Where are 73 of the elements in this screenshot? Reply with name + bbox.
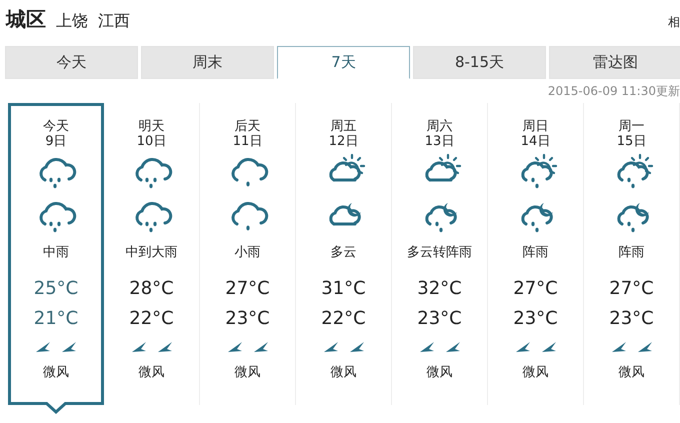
day-column[interactable]: 周日 14日 阵雨 27°C 23°C 微风 <box>488 103 584 405</box>
province-name: 江西 <box>98 11 130 32</box>
tab[interactable]: 今天 <box>5 46 138 79</box>
low-temperature: 23°C <box>513 309 558 329</box>
day-name: 周一 <box>618 119 644 134</box>
wind-direction-icon <box>61 341 77 353</box>
wind-direction-icon <box>418 341 434 353</box>
day-name: 周五 <box>330 119 356 134</box>
day-column[interactable]: 明天 10日 中到大雨 28°C 22°C 微风 <box>104 103 200 405</box>
day-date: 9日 <box>45 134 67 149</box>
day-name: 后天 <box>234 119 260 134</box>
wind-direction-icon <box>226 341 242 353</box>
wind-direction-icon <box>348 341 364 353</box>
corner-link[interactable]: 相 <box>668 14 680 31</box>
wind-direction-icon <box>444 341 460 353</box>
wind-level: 微风 <box>138 364 164 381</box>
high-temperature: 32°C <box>417 279 462 299</box>
high-temperature: 27°C <box>609 279 654 299</box>
weather-description: 中雨 <box>43 244 69 262</box>
low-temperature: 23°C <box>417 309 462 329</box>
wind-level: 微风 <box>426 364 452 381</box>
city-name: 上饶 <box>56 11 88 32</box>
high-temperature: 27°C <box>225 279 270 299</box>
day-column[interactable]: 后天 11日 小雨 27°C 23°C 微风 <box>200 103 296 405</box>
tab[interactable]: 周末 <box>141 46 274 79</box>
high-temperature: 25°C <box>34 279 78 299</box>
wind-direction-icon <box>636 341 652 353</box>
day-date: 12日 <box>328 134 358 149</box>
update-time: 2015-06-09 11:30更新 <box>548 82 680 100</box>
high-temperature: 27°C <box>513 279 558 299</box>
day-date: 13日 <box>424 134 454 149</box>
high-temperature: 28°C <box>129 279 174 299</box>
day-name: 周六 <box>426 119 452 134</box>
weather-description: 多云 <box>330 244 356 262</box>
pointer-icon <box>44 402 68 414</box>
weather-description: 多云转阵雨 <box>407 244 472 262</box>
wind-direction-icon <box>540 341 556 353</box>
day-name: 周日 <box>522 119 548 134</box>
high-temperature: 31°C <box>321 279 366 299</box>
wind-direction-icon <box>35 341 51 353</box>
low-temperature: 22°C <box>129 309 174 329</box>
weather-description: 阵雨 <box>618 244 644 262</box>
tab[interactable]: 雷达图 <box>549 46 680 79</box>
day-name: 明天 <box>138 119 164 134</box>
wind-direction-icon <box>610 341 626 353</box>
tab[interactable]: 7天 <box>277 46 410 79</box>
day-column[interactable]: 周一 15日 阵雨 27°C 23°C 微风 <box>584 103 680 405</box>
weather-description: 中到大雨 <box>126 244 178 262</box>
low-temperature: 21°C <box>34 309 78 329</box>
wind-direction-icon <box>156 341 172 353</box>
day-column[interactable]: 周六 13日 多云转阵雨 32°C 23°C 微风 <box>392 103 488 405</box>
day-date: 14日 <box>520 134 550 149</box>
day-column[interactable]: 周五 12日 多云 31°C 22°C 微风 <box>296 103 392 405</box>
wind-direction-icon <box>130 341 146 353</box>
wind-level: 微风 <box>43 364 69 381</box>
wind-level: 微风 <box>234 364 260 381</box>
low-temperature: 23°C <box>225 309 270 329</box>
wind-level: 微风 <box>330 364 356 381</box>
weather-description: 阵雨 <box>522 244 548 262</box>
day-date: 15日 <box>616 134 646 149</box>
weather-description: 小雨 <box>234 244 260 262</box>
wind-direction-icon <box>322 341 338 353</box>
wind-direction-icon <box>514 341 530 353</box>
wind-level: 微风 <box>522 364 548 381</box>
wind-level: 微风 <box>618 364 644 381</box>
day-date: 11日 <box>232 134 262 149</box>
low-temperature: 22°C <box>321 309 366 329</box>
district-name: 城区 <box>6 6 46 33</box>
low-temperature: 23°C <box>609 309 654 329</box>
tab[interactable]: 8-15天 <box>413 46 546 79</box>
wind-direction-icon <box>252 341 268 353</box>
day-date: 10日 <box>136 134 166 149</box>
day-name: 今天 <box>43 119 69 134</box>
